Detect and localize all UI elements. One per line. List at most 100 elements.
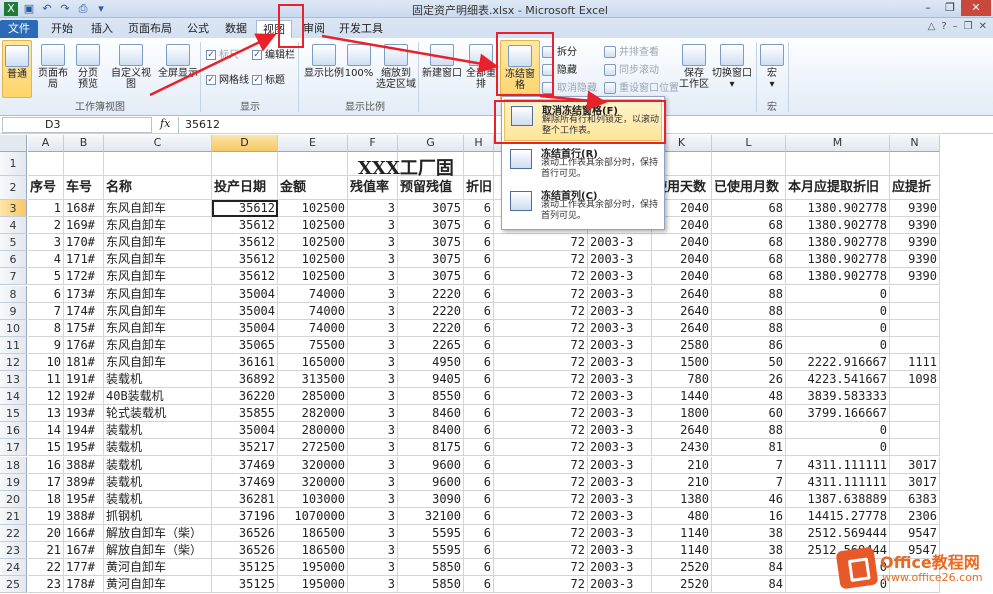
- row-header[interactable]: 15: [0, 405, 27, 423]
- row-header[interactable]: 12: [0, 353, 27, 371]
- table-cell[interactable]: 35065: [212, 336, 278, 354]
- table-cell[interactable]: 88: [712, 285, 786, 303]
- table-cell[interactable]: [890, 439, 940, 457]
- table-cell[interactable]: 0: [786, 422, 890, 440]
- table-cell[interactable]: 282000: [278, 405, 348, 423]
- worksheet-grid[interactable]: ABCDEFGHIJKLMN1XXX工厂固表2序号车号名称投产日期金额残值率预留…: [0, 135, 993, 594]
- tab-home[interactable]: 开始: [44, 20, 80, 38]
- table-cell[interactable]: 8550: [398, 388, 464, 406]
- table-cell[interactable]: 1: [28, 200, 64, 218]
- column-title-cell[interactable]: 车号: [64, 176, 104, 200]
- table-cell[interactable]: 2220: [398, 319, 464, 337]
- table-cell[interactable]: 6: [464, 302, 494, 320]
- row-header[interactable]: 22: [0, 524, 27, 542]
- column-header-D[interactable]: D: [212, 135, 278, 152]
- table-cell[interactable]: 19: [28, 507, 64, 525]
- table-cell[interactable]: 37196: [212, 507, 278, 525]
- row-header[interactable]: 14: [0, 388, 27, 406]
- table-cell[interactable]: 1070000: [278, 507, 348, 525]
- table-cell[interactable]: 2040: [652, 234, 712, 252]
- table-cell[interactable]: 36526: [212, 542, 278, 560]
- table-cell[interactable]: 2003-3: [588, 422, 652, 440]
- table-cell[interactable]: 2003-3: [588, 559, 652, 577]
- row-header[interactable]: 3: [0, 200, 27, 218]
- table-cell[interactable]: 装载机: [104, 473, 212, 491]
- workbook-close-icon[interactable]: ✕: [979, 21, 987, 32]
- table-cell[interactable]: 5850: [398, 559, 464, 577]
- table-cell[interactable]: 东风自卸车: [104, 268, 212, 286]
- table-cell[interactable]: 0: [786, 319, 890, 337]
- table-cell[interactable]: 5595: [398, 524, 464, 542]
- table-cell[interactable]: 167#: [64, 542, 104, 560]
- table-cell[interactable]: 72: [494, 353, 588, 371]
- table-cell[interactable]: 3: [348, 336, 398, 354]
- table-cell[interactable]: 2306: [890, 507, 940, 525]
- table-cell[interactable]: 178#: [64, 576, 104, 594]
- table-cell[interactable]: 2220: [398, 302, 464, 320]
- table-cell[interactable]: 2003-3: [588, 542, 652, 560]
- table-cell[interactable]: 192#: [64, 388, 104, 406]
- table-cell[interactable]: 68: [712, 251, 786, 269]
- table-cell[interactable]: 176#: [64, 336, 104, 354]
- table-cell[interactable]: 1140: [652, 542, 712, 560]
- table-cell[interactable]: 285000: [278, 388, 348, 406]
- table-cell[interactable]: 3839.583333: [786, 388, 890, 406]
- table-cell[interactable]: 10: [28, 353, 64, 371]
- print-icon[interactable]: ⎙: [76, 2, 90, 16]
- table-cell[interactable]: 2520: [652, 559, 712, 577]
- table-cell[interactable]: 解放自卸车（柴）: [104, 542, 212, 560]
- table-cell[interactable]: 68: [712, 268, 786, 286]
- table-cell[interactable]: 3: [348, 542, 398, 560]
- table-cell[interactable]: 6: [464, 319, 494, 337]
- table-cell[interactable]: 2520: [652, 576, 712, 594]
- table-cell[interactable]: 88: [712, 302, 786, 320]
- table-cell[interactable]: 72: [494, 302, 588, 320]
- table-cell[interactable]: 22: [28, 559, 64, 577]
- table-cell[interactable]: 170#: [64, 234, 104, 252]
- save-icon[interactable]: ▣: [22, 2, 36, 16]
- table-cell[interactable]: 165000: [278, 353, 348, 371]
- cell[interactable]: [786, 152, 890, 176]
- table-cell[interactable]: 2580: [652, 336, 712, 354]
- table-cell[interactable]: 东风自卸车: [104, 217, 212, 235]
- table-cell[interactable]: 320000: [278, 456, 348, 474]
- table-cell[interactable]: 3: [348, 507, 398, 525]
- table-cell[interactable]: 72: [494, 559, 588, 577]
- column-title-cell[interactable]: 本月应提取折旧: [786, 176, 890, 200]
- table-cell[interactable]: 3: [348, 200, 398, 218]
- column-title-cell[interactable]: 预留残值: [398, 176, 464, 200]
- table-cell[interactable]: 7: [28, 302, 64, 320]
- table-cell[interactable]: 780: [652, 371, 712, 389]
- table-cell[interactable]: 1500: [652, 353, 712, 371]
- table-cell[interactable]: 88: [712, 422, 786, 440]
- table-cell[interactable]: 3: [348, 217, 398, 235]
- table-cell[interactable]: 2003-3: [588, 524, 652, 542]
- headings-checkbox[interactable]: ✓ 标题: [252, 75, 285, 86]
- macros-button[interactable]: 宏 ▾: [760, 44, 784, 90]
- restore-icon[interactable]: ❐: [939, 0, 961, 16]
- table-cell[interactable]: 14415.27778: [786, 507, 890, 525]
- table-cell[interactable]: 1380.902778: [786, 217, 890, 235]
- column-header-G[interactable]: G: [398, 135, 464, 152]
- table-cell[interactable]: 9390: [890, 200, 940, 218]
- table-cell[interactable]: 6: [464, 473, 494, 491]
- column-title-cell[interactable]: 金额: [278, 176, 348, 200]
- table-cell[interactable]: 6383: [890, 490, 940, 508]
- table-cell[interactable]: 2512.569444: [786, 524, 890, 542]
- table-cell[interactable]: 2640: [652, 422, 712, 440]
- table-cell[interactable]: 5595: [398, 542, 464, 560]
- column-header-F[interactable]: F: [348, 135, 398, 152]
- table-cell[interactable]: 68: [712, 217, 786, 235]
- table-cell[interactable]: 3: [348, 353, 398, 371]
- table-cell[interactable]: 17: [28, 473, 64, 491]
- table-cell[interactable]: 191#: [64, 371, 104, 389]
- table-cell[interactable]: 38: [712, 524, 786, 542]
- table-cell[interactable]: 1380.902778: [786, 200, 890, 218]
- table-cell[interactable]: 装载机: [104, 439, 212, 457]
- tab-page-layout[interactable]: 页面布局: [122, 20, 178, 38]
- row-header[interactable]: 13: [0, 371, 27, 389]
- cell[interactable]: [890, 152, 940, 176]
- table-cell[interactable]: 35004: [212, 319, 278, 337]
- table-cell[interactable]: 解放自卸车（柴）: [104, 524, 212, 542]
- row-header[interactable]: 21: [0, 507, 27, 525]
